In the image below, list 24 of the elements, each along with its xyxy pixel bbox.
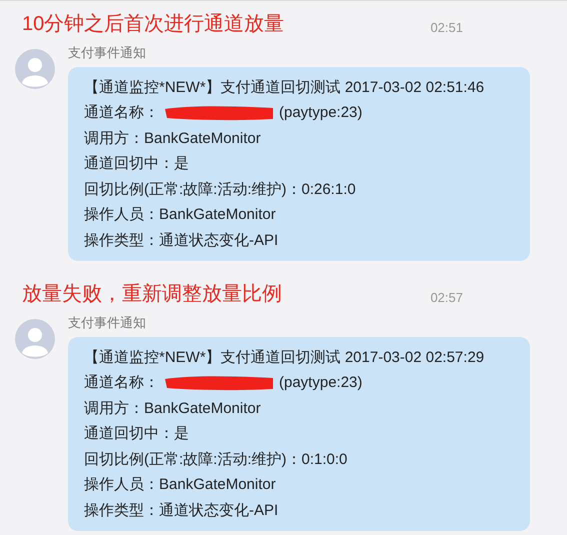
message-line: 回切比例(正常:故障:活动:维护)：0:1:0:0 [84, 450, 348, 470]
message-time: 02:51 [430, 18, 463, 36]
message-line: 回切比例(正常:故障:活动:维护)：0:26:1:0 [84, 180, 357, 200]
annotation-text: 放量失败，重新调整放量比例 [22, 282, 282, 307]
message-line: 调用方：BankGateMonitor [84, 398, 262, 418]
message-line: 通道名称： [84, 373, 159, 393]
message-line: 【通道监控*NEW*】支付通道回切测试 2017-03-02 02:51:46 [84, 78, 486, 98]
message-line: (paytype:23) [279, 373, 362, 393]
message-line: 通道回切中：是 [84, 424, 190, 444]
message-line: 操作人员：BankGateMonitor [84, 475, 277, 495]
sender-name: 支付事件通知 [68, 314, 147, 332]
message-line: 操作人员：BankGateMonitor [84, 205, 277, 225]
message-time: 02:57 [430, 288, 463, 306]
message-line: 调用方：BankGateMonitor [84, 128, 262, 148]
message-line: 通道回切中：是 [84, 154, 190, 174]
sender-name: 支付事件通知 [68, 44, 147, 62]
message-line: 【通道监控*NEW*】支付通道回切测试 2017-03-02 02:57:29 [84, 348, 486, 368]
message-line: 操作类型：通道状态变化-API [84, 230, 280, 250]
avatar-icon [15, 49, 55, 89]
message-line: 通道名称： [84, 103, 159, 123]
avatar-icon [15, 319, 55, 359]
annotation-text: 10分钟之后首次进行通道放量 [22, 12, 284, 37]
message-line: 操作类型：通道状态变化-API [84, 500, 280, 520]
message-line: (paytype:23) [279, 103, 362, 123]
